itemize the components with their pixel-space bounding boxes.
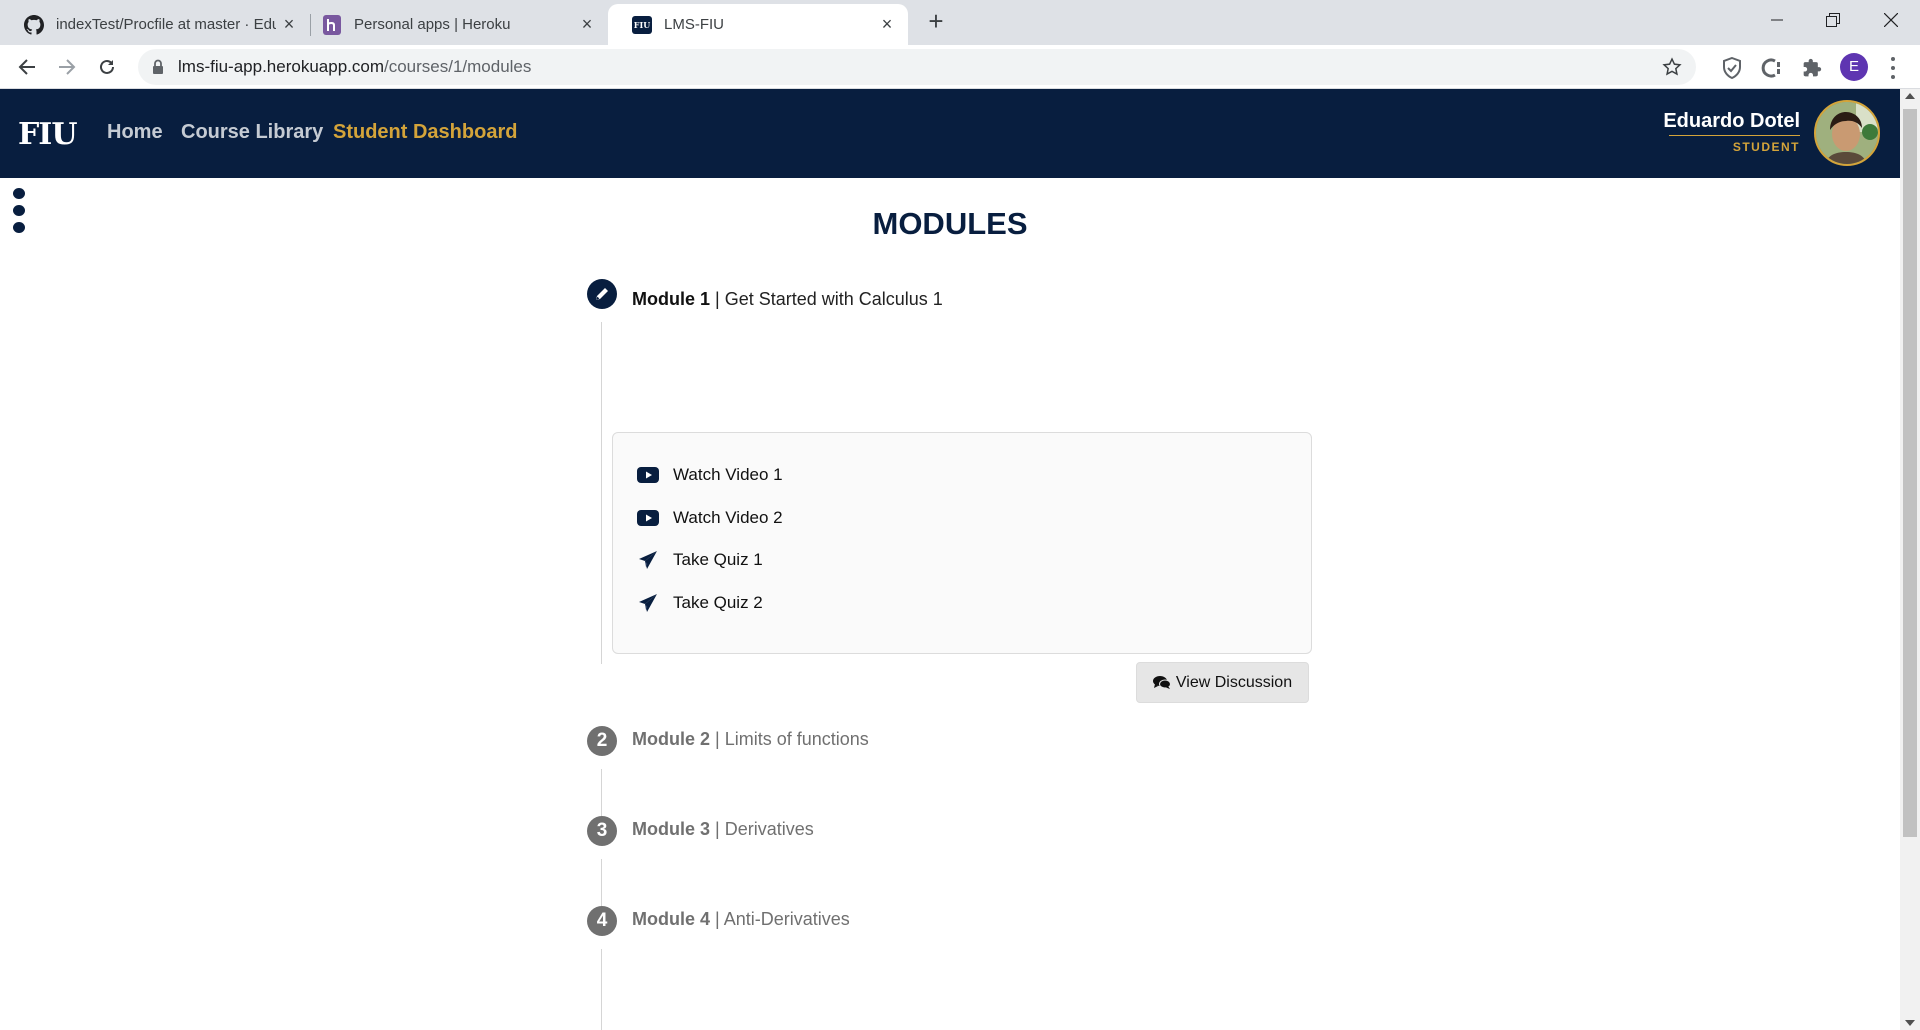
browser-tab-strip: indexTest/Procfile at master · Edu × Per… xyxy=(0,0,1920,45)
module-2-badge: 2 xyxy=(587,726,617,756)
module-3-title[interactable]: Module 3 | Derivatives xyxy=(632,819,814,840)
module-1-content-card: Watch Video 1 Watch Video 2 Take Quiz 1 … xyxy=(612,432,1312,654)
tab-lms-fiu[interactable]: FIU LMS-FIU × xyxy=(608,4,908,45)
code-extension-icon[interactable] xyxy=(1760,56,1784,80)
item-label: Take Quiz 1 xyxy=(673,550,763,569)
new-tab-button[interactable]: + xyxy=(922,8,950,36)
scrollbar-thumb[interactable] xyxy=(1903,109,1917,837)
list-item-take-quiz-1[interactable]: Take Quiz 1 xyxy=(637,550,763,570)
reload-icon xyxy=(100,59,114,74)
page-title: MODULES xyxy=(872,206,1028,241)
bookmark-star-icon[interactable] xyxy=(1662,57,1682,82)
address-bar[interactable]: lms-fiu-app.herokuapp.com/courses/1/modu… xyxy=(138,49,1696,85)
user-name[interactable]: Eduardo Dotel xyxy=(1663,110,1800,133)
github-icon xyxy=(24,14,44,35)
close-tab-icon[interactable]: × xyxy=(578,15,596,33)
nav-course-library[interactable]: Course Library xyxy=(181,121,323,144)
restore-icon xyxy=(1826,13,1840,27)
module-1-title[interactable]: Module 1 | Get Started with Calculus 1 xyxy=(632,289,943,310)
module-2-title[interactable]: Module 2 | Limits of functions xyxy=(632,729,869,750)
close-icon xyxy=(1884,13,1898,27)
item-label: Take Quiz 2 xyxy=(673,593,763,612)
timeline-line xyxy=(601,949,602,1030)
nav-home[interactable]: Home xyxy=(107,121,163,144)
tab-title: LMS-FIU xyxy=(664,16,724,33)
youtube-icon xyxy=(637,466,659,484)
minimize-icon xyxy=(1771,19,1783,21)
module-4-badge: 4 xyxy=(587,906,617,936)
paper-plane-icon xyxy=(637,551,659,569)
scroll-down-arrow-icon[interactable] xyxy=(1905,1020,1915,1026)
forward-button[interactable] xyxy=(52,52,82,82)
back-arrow-icon xyxy=(18,59,35,75)
fiu-icon: FIU xyxy=(632,15,652,35)
url-text: lms-fiu-app.herokuapp.com/courses/1/modu… xyxy=(178,57,532,76)
close-tab-icon[interactable]: × xyxy=(878,15,896,33)
tab-title: Personal apps | Heroku xyxy=(354,16,511,33)
user-divider xyxy=(1669,135,1800,136)
app-navbar: FIU Home Course Library Student Dashboar… xyxy=(0,89,1900,178)
nav-student-dashboard[interactable]: Student Dashboard xyxy=(333,121,517,144)
timeline-line xyxy=(601,769,602,817)
scroll-up-arrow-icon[interactable] xyxy=(1905,93,1915,99)
reload-button[interactable] xyxy=(92,52,122,82)
page-viewport: FIU Home Course Library Student Dashboar… xyxy=(0,89,1900,1030)
module-4-title[interactable]: Module 4 | Anti-Derivatives xyxy=(632,909,850,930)
list-item-watch-video-2[interactable]: Watch Video 2 xyxy=(637,508,783,528)
paper-plane-icon xyxy=(637,594,659,612)
view-discussion-button[interactable]: View Discussion xyxy=(1136,662,1309,703)
close-tab-icon[interactable]: × xyxy=(280,15,298,33)
timeline-line xyxy=(601,322,602,664)
restore-button[interactable] xyxy=(1804,0,1862,40)
module-3-badge: 3 xyxy=(587,816,617,846)
browser-menu-icon[interactable] xyxy=(1888,57,1898,79)
forward-arrow-icon xyxy=(59,59,76,75)
item-label: Watch Video 1 xyxy=(673,465,783,484)
list-item-watch-video-1[interactable]: Watch Video 1 xyxy=(637,465,783,485)
tab-heroku[interactable]: Personal apps | Heroku × xyxy=(298,4,608,45)
page-scrollbar[interactable] xyxy=(1900,89,1920,1030)
user-role: STUDENT xyxy=(1732,140,1800,154)
minimize-button[interactable] xyxy=(1748,0,1806,40)
fiu-logo[interactable]: FIU xyxy=(18,117,77,152)
list-item-take-quiz-2[interactable]: Take Quiz 2 xyxy=(637,593,763,613)
user-avatar[interactable] xyxy=(1814,100,1880,166)
comments-icon xyxy=(1152,675,1171,690)
lock-icon xyxy=(152,59,164,80)
tab-github[interactable]: indexTest/Procfile at master · Edu × xyxy=(0,4,310,45)
youtube-icon xyxy=(637,509,659,527)
browser-toolbar: lms-fiu-app.herokuapp.com/courses/1/modu… xyxy=(0,45,1920,89)
shield-extension-icon[interactable] xyxy=(1720,56,1744,80)
extensions-puzzle-icon[interactable] xyxy=(1800,56,1824,80)
pencil-icon xyxy=(596,288,608,300)
item-label: Watch Video 2 xyxy=(673,508,783,527)
heroku-icon xyxy=(322,14,342,35)
close-window-button[interactable] xyxy=(1862,0,1920,40)
back-button[interactable] xyxy=(12,52,42,82)
view-discussion-label: View Discussion xyxy=(1175,673,1293,691)
profile-avatar-button[interactable]: E xyxy=(1840,53,1868,81)
tab-title: indexTest/Procfile at master · Edu xyxy=(56,16,276,33)
timeline-line xyxy=(601,859,602,907)
module-1-badge xyxy=(587,279,617,309)
